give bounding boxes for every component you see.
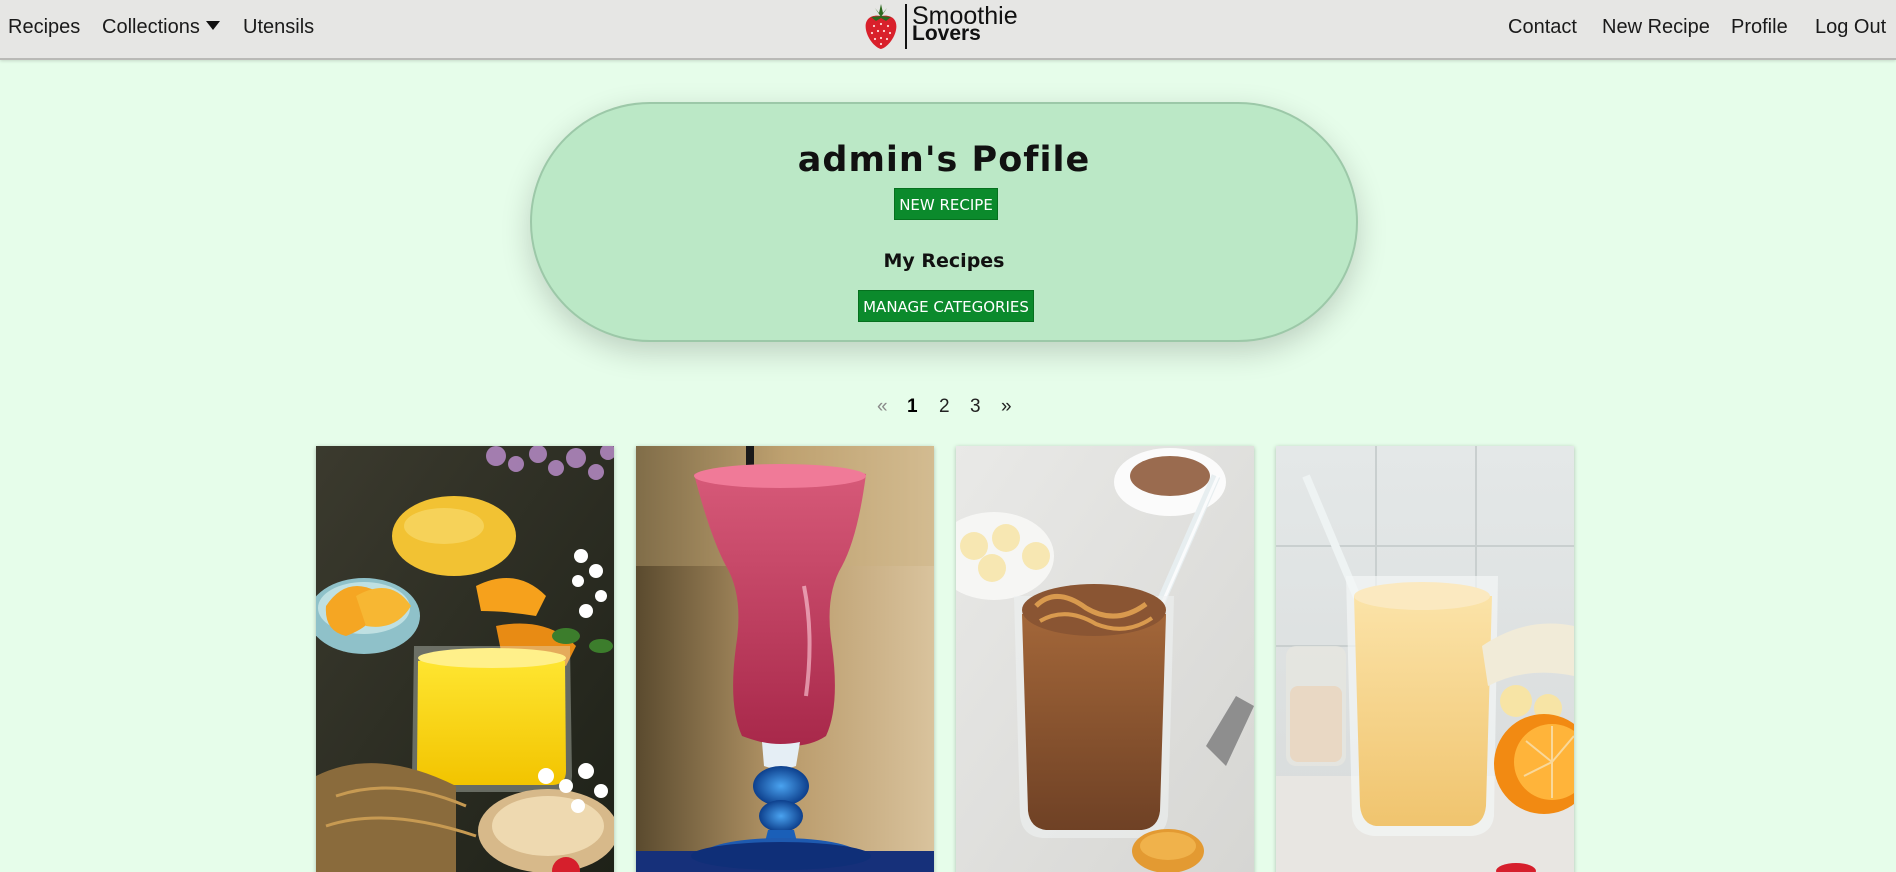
manage-categories-button[interactable]: MANAGE CATEGORIES <box>858 290 1034 322</box>
nav-utensils-link[interactable]: Utensils <box>243 16 314 39</box>
nav-new-recipe-link[interactable]: New Recipe <box>1602 16 1710 39</box>
orange-banana-smoothie-photo <box>1276 446 1574 872</box>
pagination-page-3[interactable]: 3 <box>970 396 981 418</box>
mango-smoothie-photo <box>316 446 614 872</box>
brand-divider <box>905 4 907 49</box>
nav-collections-dropdown[interactable]: Collections <box>102 16 220 39</box>
recipe-card[interactable] <box>1276 446 1574 872</box>
recipe-card[interactable] <box>956 446 1254 872</box>
chocolate-peanut-smoothie-photo <box>956 446 1254 872</box>
profile-title: admin's Pofile <box>797 140 1091 180</box>
recipe-card[interactable] <box>636 446 934 872</box>
brand-logo[interactable]: Smoothie Lovers <box>862 2 1022 50</box>
nav-collections-label: Collections <box>102 16 200 38</box>
brand-name-line2: Lovers <box>912 22 981 45</box>
top-navbar: Recipes Collections Utensils Smoothie Lo… <box>0 0 1896 60</box>
pagination-page-1[interactable]: 1 <box>907 396 918 418</box>
pagination-page-2[interactable]: 2 <box>939 396 950 418</box>
nav-contact-link[interactable]: Contact <box>1508 16 1577 39</box>
my-recipes-heading: My Recipes <box>883 250 1005 272</box>
caret-down-icon <box>205 21 220 30</box>
profile-header-card: admin's Pofile NEW RECIPE My Recipes MAN… <box>530 102 1358 342</box>
pagination: « 1 2 3 » <box>0 396 1896 422</box>
recipe-card[interactable] <box>316 446 614 872</box>
strawberry-icon <box>865 4 897 49</box>
nav-logout-link[interactable]: Log Out <box>1815 16 1886 39</box>
pagination-prev[interactable]: « <box>877 396 888 418</box>
nav-recipes-link[interactable]: Recipes <box>8 16 80 39</box>
nav-profile-link[interactable]: Profile <box>1731 16 1788 39</box>
berry-smoothie-photo <box>636 446 934 872</box>
pagination-next[interactable]: » <box>1001 396 1012 418</box>
new-recipe-button[interactable]: NEW RECIPE <box>894 188 998 220</box>
